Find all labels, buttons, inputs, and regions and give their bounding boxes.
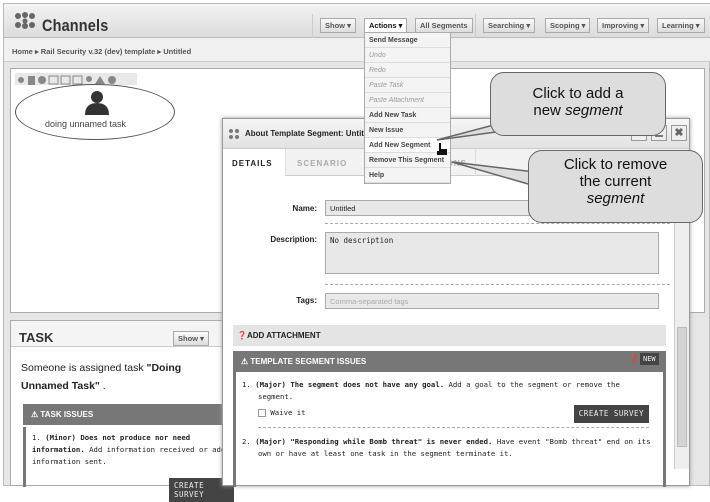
hand-cursor-icon [437, 143, 447, 155]
callout-add-segment: Click to add a new segment [490, 72, 666, 136]
callout-remove-segment: Click to remove the current segment [528, 150, 703, 223]
